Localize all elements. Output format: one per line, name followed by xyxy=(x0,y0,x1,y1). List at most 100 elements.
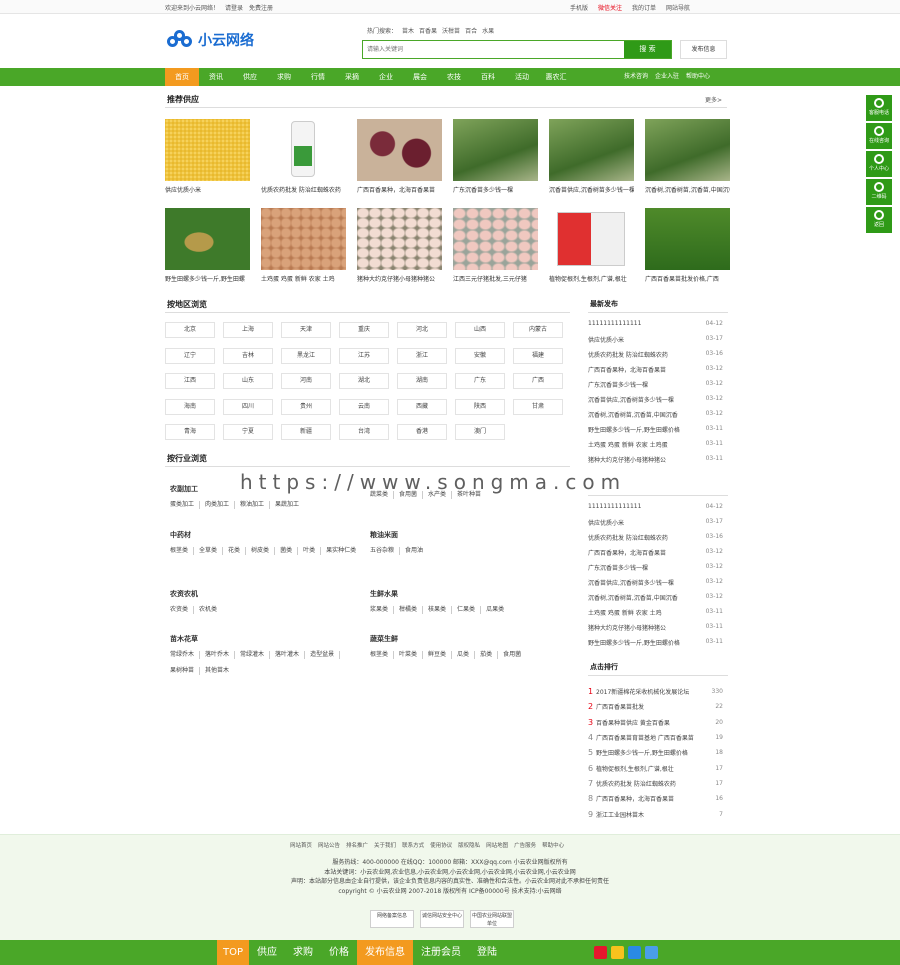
product-card[interactable]: 供应优质小米 xyxy=(165,119,250,194)
list-item[interactable]: 沉香树,沉香树苗,沉香苗,中国沉香 03-12 xyxy=(588,410,723,425)
list-item-title[interactable]: 11111111111111 xyxy=(588,320,698,335)
region-item[interactable]: 河北 xyxy=(397,322,447,338)
list-item-title[interactable]: 猪种大约克仔猪小母猪种猪公 xyxy=(588,455,698,470)
nav-item[interactable]: 活动 xyxy=(505,68,539,86)
ranking-title[interactable]: 植物促根剂,生根剂,广谱,根壮 xyxy=(596,764,706,773)
industry-tag[interactable]: 瓜果类 xyxy=(486,606,509,614)
industry-tag[interactable]: 农机类 xyxy=(199,606,222,614)
list-item[interactable]: 土鸡蛋 鸡蛋 新鲜 农家 土鸡蛋 03-11 xyxy=(588,440,723,455)
list-item[interactable]: 广西百香果种，北海百香果苗 03-12 xyxy=(588,365,723,380)
product-card[interactable]: 广西百香果种，北海百香果苗 xyxy=(357,119,442,194)
list-item-title[interactable]: 土鸡蛋 鸡蛋 新鲜 农家 土鸡 xyxy=(588,608,698,623)
region-item[interactable]: 新疆 xyxy=(281,424,331,440)
industry-tag[interactable]: 花类 xyxy=(228,547,247,555)
orders-link[interactable]: 我的订单 xyxy=(632,3,656,12)
hot-word[interactable]: 百合 xyxy=(465,26,477,35)
register-link[interactable]: 免费注册 xyxy=(249,3,273,12)
region-item[interactable]: 吉林 xyxy=(223,347,273,364)
region-item[interactable]: 云南 xyxy=(339,398,389,415)
ranking-title[interactable]: 广西百香果苗批发 xyxy=(596,702,706,711)
product-card[interactable]: 优质农药批发 防治红蜘蛛农药 xyxy=(261,119,346,194)
list-item-title[interactable]: 广东沉香苗多少钱一棵 xyxy=(588,563,698,578)
sidebar-button[interactable]: 返回 xyxy=(866,207,892,233)
list-item[interactable]: 野生田螺多少钱一斤,野生田螺价格 03-11 xyxy=(588,638,723,653)
nav-item[interactable]: 资讯 xyxy=(199,68,233,86)
industry-tag[interactable]: 菌类 xyxy=(280,547,299,555)
list-item-title[interactable]: 广西百香果种，北海百香果苗 xyxy=(588,548,698,563)
list-item-title[interactable]: 优质农药批发 防治红蜘蛛农药 xyxy=(588,350,698,365)
region-item[interactable]: 浙江 xyxy=(397,347,447,364)
region-item[interactable]: 宁夏 xyxy=(223,424,273,440)
product-image[interactable] xyxy=(357,208,442,270)
list-item-title[interactable]: 广东沉香苗多少钱一棵 xyxy=(588,380,698,395)
ranking-item[interactable]: 2 广西百香果苗批发 22 xyxy=(588,699,723,714)
product-card[interactable]: 沉香苗供应,沉香树苗多少钱一棵 xyxy=(549,119,634,194)
product-image[interactable] xyxy=(549,208,634,270)
industry-tag[interactable]: 浆果类 xyxy=(370,606,395,614)
footer-badge[interactable]: 网络备案信息 xyxy=(370,910,414,928)
ranking-item[interactable]: 8 广西百香果种，北海百香果苗 16 xyxy=(588,791,723,806)
ranking-title[interactable]: 广西百香果苗育苗基地 广西百香果苗 xyxy=(596,733,706,742)
list-item-title[interactable]: 供应优质小米 xyxy=(588,518,698,533)
industry-tag[interactable]: 食用菌 xyxy=(503,651,526,659)
industry-tag[interactable]: 其他苗木 xyxy=(205,667,234,675)
qq-icon[interactable] xyxy=(628,946,641,959)
industry-tag[interactable]: 瓜类 xyxy=(457,651,476,659)
list-item-title[interactable]: 野生田螺多少钱一斤,野生田螺价格 xyxy=(588,638,698,653)
region-item[interactable]: 天津 xyxy=(281,322,331,338)
region-item[interactable]: 内蒙古 xyxy=(513,322,563,338)
product-card[interactable]: 广西百香果苗批发价格,广西 xyxy=(645,208,730,283)
list-item[interactable]: 广东沉香苗多少钱一棵 03-12 xyxy=(588,380,723,395)
qzone-icon[interactable] xyxy=(611,946,624,959)
ranking-title[interactable]: 广西百香果种，北海百香果苗 xyxy=(596,794,706,803)
list-item[interactable]: 优质农药批发 防治红蜘蛛农药 03-16 xyxy=(588,533,723,548)
list-item-title[interactable]: 沉香树,沉香树苗,沉香苗,中国沉香 xyxy=(588,410,698,425)
industry-tag[interactable]: 核果类 xyxy=(428,606,453,614)
region-item[interactable]: 广西 xyxy=(513,373,563,389)
bottom-nav-item[interactable]: 价格 xyxy=(321,940,357,965)
list-item-title[interactable]: 土鸡蛋 鸡蛋 新鲜 农家 土鸡蛋 xyxy=(588,440,698,455)
list-item-title[interactable]: 11111111111111 xyxy=(588,503,698,518)
ranking-title[interactable]: 百香果种苗供应 黄金百香果 xyxy=(596,718,706,727)
list-item[interactable]: 供应优质小米 03-17 xyxy=(588,518,723,533)
login-link[interactable]: 请登录 xyxy=(225,3,243,12)
industry-tag[interactable]: 树皮类 xyxy=(251,547,276,555)
footer-link[interactable]: 联系方式 xyxy=(402,841,424,849)
publish-button[interactable]: 发布信息 xyxy=(680,40,727,59)
mobile-link[interactable]: 手机版 xyxy=(570,3,588,12)
list-item-title[interactable]: 广西百香果种，北海百香果苗 xyxy=(588,365,698,380)
product-card[interactable]: 沉香树,沉香树苗,沉香苗,中国沉香 xyxy=(645,119,730,194)
nav-item[interactable]: 企业 xyxy=(369,68,403,86)
bottom-nav-item[interactable]: 注册会员 xyxy=(413,940,469,965)
footer-badge[interactable]: 中国农业网站联盟单位 xyxy=(470,910,514,928)
sidebar-button[interactable]: 二维码 xyxy=(866,179,892,205)
region-item[interactable]: 上海 xyxy=(223,322,273,338)
product-card[interactable]: 江西三元仔猪批发,三元仔猪 xyxy=(453,208,538,283)
list-item[interactable]: 土鸡蛋 鸡蛋 新鲜 农家 土鸡 03-11 xyxy=(588,608,723,623)
list-item[interactable]: 广东沉香苗多少钱一棵 03-12 xyxy=(588,563,723,578)
region-item[interactable]: 河南 xyxy=(281,373,331,389)
product-image[interactable] xyxy=(165,119,250,181)
list-item[interactable]: 沉香苗供应,沉香树苗多少钱一棵 03-12 xyxy=(588,578,723,593)
list-item[interactable]: 沉香树,沉香树苗,沉香苗,中国沉香 03-12 xyxy=(588,593,723,608)
list-item[interactable]: 野生田螺多少钱一斤,野生田螺价格 03-11 xyxy=(588,425,723,440)
list-item-title[interactable]: 猪种大约克仔猪小母猪种猪公 xyxy=(588,623,698,638)
region-item[interactable]: 黑龙江 xyxy=(281,347,331,364)
ranking-item[interactable]: 7 优质农药批发 防治红蜘蛛农药 17 xyxy=(588,776,723,791)
industry-tag[interactable]: 常绿灌木 xyxy=(240,651,271,659)
region-item[interactable]: 辽宁 xyxy=(165,347,215,364)
list-item-title[interactable]: 供应优质小米 xyxy=(588,335,698,350)
list-item[interactable]: 沉香苗供应,沉香树苗多少钱一棵 03-12 xyxy=(588,395,723,410)
region-item[interactable]: 西藏 xyxy=(397,398,447,415)
region-item[interactable]: 贵州 xyxy=(281,398,331,415)
industry-tag[interactable]: 柑橘类 xyxy=(399,606,424,614)
list-item-title[interactable]: 野生田螺多少钱一斤,野生田螺价格 xyxy=(588,425,698,440)
ranking-title[interactable]: 优质农药批发 防治红蜘蛛农药 xyxy=(596,779,706,788)
bottom-nav-item[interactable]: 求购 xyxy=(285,940,321,965)
industry-tag[interactable]: 仁果类 xyxy=(457,606,482,614)
product-card[interactable]: 野生田螺多少钱一斤,野生田螺 xyxy=(165,208,250,283)
wechat-link[interactable]: 微信关注 xyxy=(598,3,622,12)
industry-group-name[interactable]: 苗木花草 xyxy=(170,634,370,644)
industry-tag[interactable]: 叶类 xyxy=(303,547,322,555)
industry-group-name[interactable]: 农资农机 xyxy=(170,589,370,599)
